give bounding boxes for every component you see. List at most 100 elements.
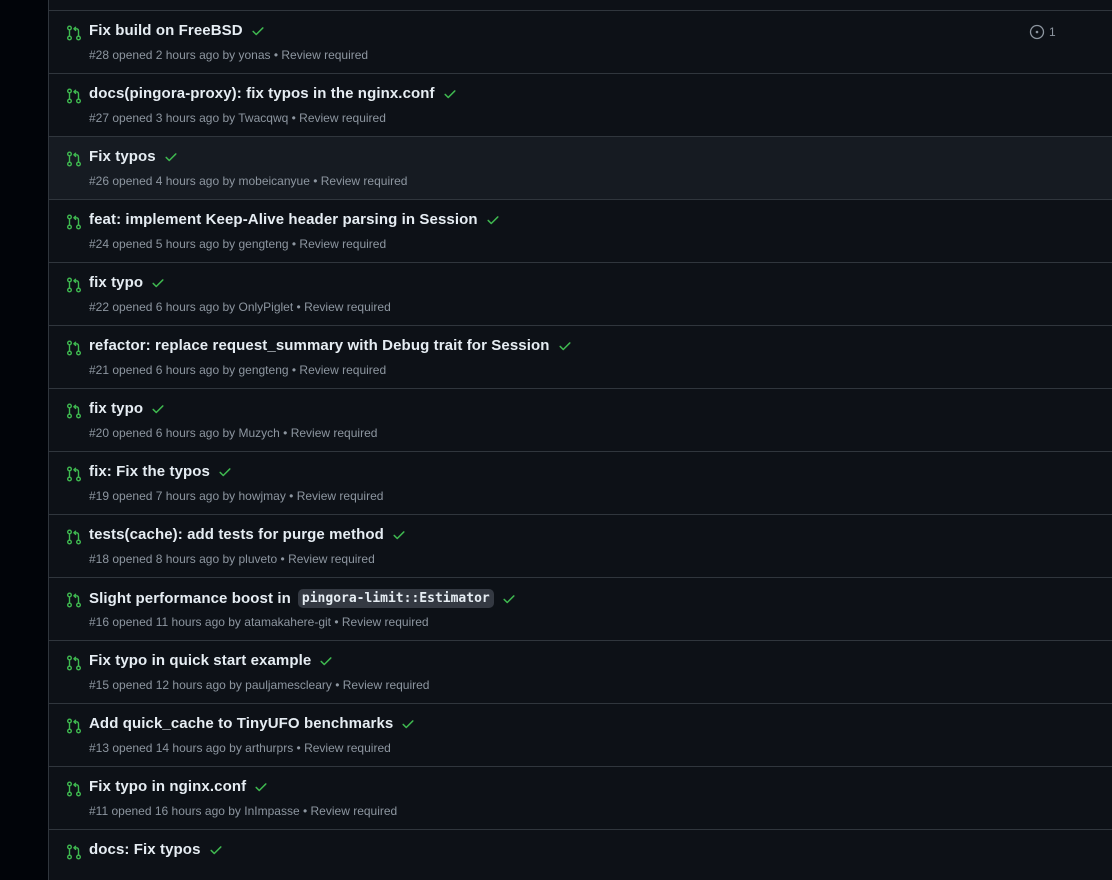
pull-request-row[interactable]: Fix typo in nginx.conf #11 opened 16 hour… [49, 767, 1112, 830]
review-status[interactable]: Review required [304, 300, 391, 314]
pull-request-meta: #20 opened 6 hours ago by Muzych • Revie… [89, 426, 378, 440]
pull-request-title-line: Fix typo in nginx.conf [89, 778, 268, 795]
pull-request-meta: #19 opened 7 hours ago by howjmay • Revi… [89, 489, 384, 503]
pull-request-row[interactable]: Fix typos #26 opened 4 hours ago by mobei… [49, 137, 1112, 200]
pull-request-number: #26 [89, 174, 110, 188]
check-icon[interactable] [486, 213, 500, 227]
author-link[interactable]: pluveto [238, 552, 277, 566]
pull-request-meta: #24 opened 5 hours ago by gengteng • Rev… [89, 237, 387, 251]
pull-request-title-link[interactable]: Fix typo in nginx.conf [89, 778, 246, 795]
check-icon[interactable] [558, 339, 572, 353]
pull-request-title-link[interactable]: Slight performance boost in [89, 590, 291, 607]
author-link[interactable]: arthurprs [245, 741, 293, 755]
pull-request-title-line: feat: implement Keep-Alive header parsin… [89, 211, 500, 228]
pull-request-row[interactable]: fix: Fix the typos #19 opened 7 hours ago… [49, 452, 1112, 515]
pull-request-number: #21 [89, 363, 110, 377]
check-icon[interactable] [209, 843, 223, 857]
pull-request-title-link[interactable]: Fix typos [89, 148, 156, 165]
pull-request-row[interactable]: Fix build on FreeBSD #28 opened 2 hours a… [49, 11, 1112, 74]
pull-request-row[interactable]: docs(pingora-proxy): fix typos in the ng… [49, 74, 1112, 137]
author-link[interactable]: gengteng [238, 363, 288, 377]
pull-request-title-line: fix typo [89, 400, 165, 417]
pull-request-title-link[interactable]: Fix build on FreeBSD [89, 22, 243, 39]
pull-request-title-link[interactable]: tests(cache): add tests for purge method [89, 526, 384, 543]
review-status[interactable]: Review required [288, 552, 375, 566]
review-status[interactable]: Review required [311, 804, 398, 818]
pull-request-row[interactable]: refactor: replace request_summary with D… [49, 326, 1112, 389]
author-link[interactable]: Muzych [238, 426, 279, 440]
review-status[interactable]: Review required [299, 363, 386, 377]
pull-request-row[interactable]: fix typo #20 opened 6 hours ago by Muzych… [49, 389, 1112, 452]
review-status[interactable]: Review required [299, 111, 386, 125]
pull-request-title-line: refactor: replace request_summary with D… [89, 337, 572, 354]
pull-request-number: #18 [89, 552, 110, 566]
check-icon[interactable] [151, 276, 165, 290]
author-link[interactable]: howjmay [238, 489, 285, 503]
author-link[interactable]: pauljamescleary [245, 678, 332, 692]
review-status[interactable]: Review required [342, 615, 429, 629]
pull-request-row[interactable]: tests(cache): add tests for purge method… [49, 515, 1112, 578]
git-pull-request-icon [67, 466, 81, 482]
pull-request-title-link[interactable]: fix: Fix the typos [89, 463, 210, 480]
pull-request-title-link[interactable]: refactor: replace request_summary with D… [89, 337, 550, 354]
check-icon[interactable] [443, 87, 457, 101]
author-link[interactable]: atamakahere-git [244, 615, 331, 629]
pull-request-title-link[interactable]: Add quick_cache to TinyUFO benchmarks [89, 715, 393, 732]
check-icon[interactable] [502, 592, 516, 606]
pull-request-title-link[interactable]: docs: Fix typos [89, 841, 201, 858]
pull-request-title-link[interactable]: Fix typo in quick start example [89, 652, 311, 669]
pull-request-title-link[interactable]: docs(pingora-proxy): fix typos in the ng… [89, 85, 435, 102]
pull-request-meta: #27 opened 3 hours ago by Twacqwq • Revi… [89, 111, 386, 125]
review-status[interactable]: Review required [343, 678, 430, 692]
review-status[interactable]: Review required [304, 741, 391, 755]
review-status[interactable]: Review required [291, 426, 378, 440]
pull-request-title-line: Fix build on FreeBSD [89, 22, 265, 39]
linked-issues-count: 1 [1049, 25, 1056, 39]
author-link[interactable]: OnlyPiglet [238, 300, 293, 314]
check-icon[interactable] [251, 24, 265, 38]
author-link[interactable]: InImpasse [244, 804, 299, 818]
check-icon[interactable] [319, 654, 333, 668]
pull-request-title-line: Fix typos [89, 148, 178, 165]
check-icon[interactable] [218, 465, 232, 479]
review-status[interactable]: Review required [297, 489, 384, 503]
pull-request-row[interactable]: docs: Fix typos [49, 830, 1112, 880]
author-link[interactable]: gengteng [238, 237, 288, 251]
pull-request-number: #22 [89, 300, 110, 314]
pull-request-row[interactable]: feat: implement Keep-Alive header parsin… [49, 200, 1112, 263]
pull-request-meta: #28 opened 2 hours ago by yonas • Review… [89, 48, 369, 62]
pull-request-meta: #11 opened 16 hours ago by InImpasse • R… [89, 804, 398, 818]
author-link[interactable]: Twacqwq [238, 111, 288, 125]
opened-time: opened 8 hours ago by [112, 552, 236, 566]
pull-request-title-link[interactable]: fix typo [89, 274, 143, 291]
git-pull-request-icon [67, 277, 81, 293]
author-link[interactable]: yonas [238, 48, 270, 62]
pull-request-list: Fix build on FreeBSD #28 opened 2 hours a… [48, 0, 1112, 880]
pull-request-row[interactable]: fix typo #22 opened 6 hours ago by OnlyPi… [49, 263, 1112, 326]
pull-request-title-link[interactable]: fix typo [89, 400, 143, 417]
review-status[interactable]: Review required [321, 174, 408, 188]
inline-code: pingora-limit::Estimator [297, 589, 494, 608]
pull-request-row[interactable]: Slight performance boost in pingora-limit… [49, 578, 1112, 641]
opened-time: opened 7 hours ago by [112, 489, 236, 503]
pull-request-title-line: Add quick_cache to TinyUFO benchmarks [89, 715, 415, 732]
git-pull-request-icon [67, 214, 81, 230]
pull-request-title-line: tests(cache): add tests for purge method [89, 526, 406, 543]
pull-request-number: #19 [89, 489, 110, 503]
review-status[interactable]: Review required [299, 237, 386, 251]
check-icon[interactable] [151, 402, 165, 416]
author-link[interactable]: mobeicanyue [238, 174, 309, 188]
check-icon[interactable] [254, 780, 268, 794]
review-status[interactable]: Review required [281, 48, 368, 62]
git-pull-request-icon [67, 403, 81, 419]
pull-request-number: #11 [89, 804, 109, 818]
pull-request-meta: #21 opened 6 hours ago by gengteng • Rev… [89, 363, 387, 377]
check-icon[interactable] [164, 150, 178, 164]
opened-time: opened 5 hours ago by [112, 237, 236, 251]
linked-issues-indicator[interactable]: 1 [1029, 24, 1056, 40]
check-icon[interactable] [392, 528, 406, 542]
pull-request-row[interactable]: Add quick_cache to TinyUFO benchmarks #13… [49, 704, 1112, 767]
check-icon[interactable] [401, 717, 415, 731]
pull-request-title-link[interactable]: feat: implement Keep-Alive header parsin… [89, 211, 478, 228]
pull-request-row[interactable]: Fix typo in quick start example #15 opene… [49, 641, 1112, 704]
